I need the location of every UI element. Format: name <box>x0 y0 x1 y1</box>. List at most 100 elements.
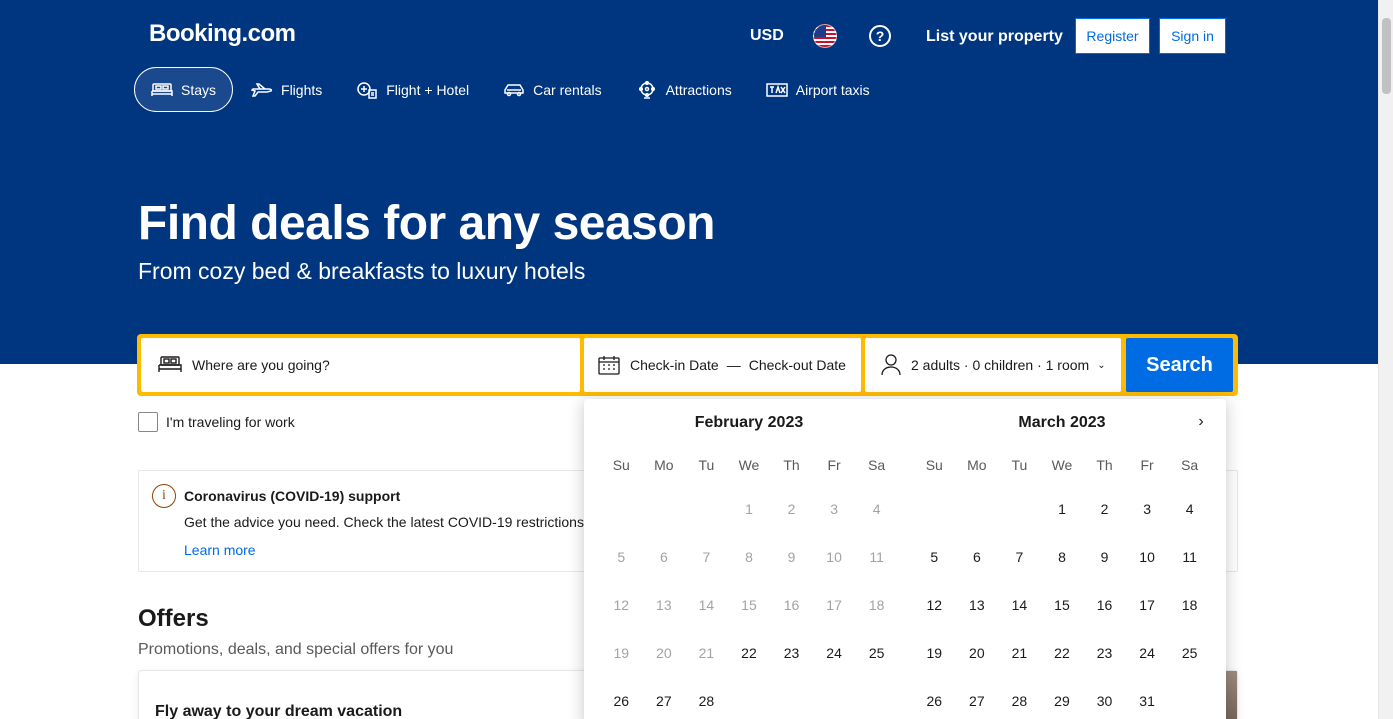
weekday-label: Fr <box>827 457 841 473</box>
calendar-day: 6 <box>659 549 668 565</box>
calendar-empty-cell <box>913 485 956 533</box>
calendar-day: 14 <box>698 597 715 613</box>
nav-item-car-rentals[interactable]: Car rentals <box>487 67 617 112</box>
help-icon[interactable]: ? <box>869 25 891 47</box>
calendar-day: 4 <box>872 501 881 517</box>
calendar-day: 16 <box>783 597 800 613</box>
calendar-day[interactable]: 25 <box>1168 629 1211 677</box>
calendar-day[interactable]: 26 <box>600 677 643 719</box>
calendar-empty-cell <box>956 485 999 533</box>
weekday-header: Su Mo Tu We Th Fr Sa <box>913 457 1211 475</box>
calendar-day[interactable]: 2 <box>1083 485 1126 533</box>
calendar-day[interactable]: 21 <box>998 629 1041 677</box>
car-icon <box>504 83 524 96</box>
us-flag-icon[interactable] <box>813 24 837 48</box>
nav-item-flights[interactable]: Flights <box>235 67 338 112</box>
calendar-day: 11 <box>869 549 884 565</box>
calendar-day[interactable]: 24 <box>1126 629 1169 677</box>
calendar-day[interactable]: 10 <box>1126 533 1169 581</box>
calendar-day[interactable]: 30 <box>1083 677 1126 719</box>
calendar-day[interactable]: 26 <box>913 677 956 719</box>
calendar-empty-cell <box>685 485 728 533</box>
nav-item-stays[interactable]: Stays <box>134 67 234 112</box>
work-travel-label: I'm traveling for work <box>166 414 295 430</box>
calendar-day: 15 <box>741 597 757 613</box>
weekday-label: Tu <box>1011 457 1028 473</box>
calendar-day[interactable]: 18 <box>1168 581 1211 629</box>
calendar-day[interactable]: 16 <box>1083 581 1126 629</box>
calendar-day[interactable]: 28 <box>998 677 1041 719</box>
calendar-day[interactable]: 17 <box>1126 581 1169 629</box>
nav-item-label: Attractions <box>665 81 732 98</box>
calendar-empty-cell <box>600 485 643 533</box>
calendar-day: 18 <box>868 597 885 613</box>
check-out-date[interactable]: Check-out Date <box>749 357 846 373</box>
calendar-day[interactable]: 6 <box>956 533 999 581</box>
calendar-day[interactable]: 23 <box>770 629 813 677</box>
destination-field[interactable]: Where are you going? <box>141 338 580 392</box>
nav-item-label: Stays <box>181 81 217 98</box>
chevron-down-icon: ⌄ <box>1097 359 1106 371</box>
scrollbar-thumb[interactable] <box>1382 18 1391 94</box>
calendar-day[interactable]: 3 <box>1126 485 1169 533</box>
calendar-day: 3 <box>830 501 838 517</box>
calendar-day[interactable]: 9 <box>1083 533 1126 581</box>
nav-item-attractions[interactable]: Attractions <box>620 67 748 112</box>
guests-field[interactable]: 2 adults · 0 children · 1 room ⌄ <box>865 338 1121 392</box>
calendar-day[interactable]: 24 <box>813 629 856 677</box>
calendar-day: 20 <box>656 645 672 661</box>
next-month-icon[interactable]: › <box>1191 412 1211 432</box>
weekday-label: Su <box>612 457 630 473</box>
calendar-day[interactable]: 1 <box>1041 485 1084 533</box>
calendar-day[interactable]: 7 <box>998 533 1041 581</box>
calendar-day[interactable]: 15 <box>1041 581 1084 629</box>
calendar-day[interactable]: 27 <box>956 677 999 719</box>
work-travel-option[interactable]: I'm traveling for work <box>138 412 295 432</box>
calendar-day[interactable]: 11 <box>1168 533 1211 581</box>
covid-title: Coronavirus (COVID-19) support <box>184 488 401 504</box>
weekday-label: We <box>738 457 760 473</box>
currency-selector[interactable]: USD <box>750 27 784 45</box>
weekday-label: Sa <box>1181 457 1199 473</box>
calendar-day: 5 <box>617 549 626 565</box>
search-button[interactable]: Search <box>1126 338 1233 392</box>
check-in-date[interactable]: Check-in Date <box>630 357 719 373</box>
calendar-day[interactable]: 23 <box>1083 629 1126 677</box>
calendar-day[interactable]: 27 <box>643 677 686 719</box>
nav-item-flight-hotel[interactable]: Flight + Hotel <box>340 67 485 112</box>
calendar-day[interactable]: 14 <box>998 581 1041 629</box>
search-bar: Where are you going? Check-in Date — Che… <box>137 334 1238 396</box>
calendar-empty-cell <box>643 485 686 533</box>
bed-icon <box>158 356 182 372</box>
calendar-day[interactable]: 19 <box>913 629 956 677</box>
calendar-day[interactable]: 29 <box>1041 677 1084 719</box>
booking-logo[interactable]: Booking.com <box>149 20 296 48</box>
sign-in-button[interactable]: Sign in <box>1159 18 1226 54</box>
learn-more-link[interactable]: Learn more <box>184 542 256 558</box>
weekday-header: Su Mo Tu We Th Fr Sa <box>600 457 898 475</box>
calendar-day[interactable]: 22 <box>728 629 771 677</box>
calendar-day[interactable]: 22 <box>1041 629 1084 677</box>
calendar-empty-cell <box>998 485 1041 533</box>
calendar-day[interactable]: 4 <box>1168 485 1211 533</box>
calendar-day: 7 <box>702 549 711 565</box>
calendar-day[interactable]: 31 <box>1126 677 1169 719</box>
calendar-day[interactable]: 13 <box>956 581 999 629</box>
calendar-day[interactable]: 12 <box>913 581 956 629</box>
register-button[interactable]: Register <box>1075 18 1150 54</box>
page-scrollbar[interactable] <box>1378 0 1393 719</box>
list-property-link[interactable]: List your property <box>926 28 1063 46</box>
calendar-day: 12 <box>613 597 630 613</box>
work-travel-checkbox[interactable] <box>138 412 158 432</box>
calendar-day[interactable]: 20 <box>956 629 999 677</box>
hero-title: Find deals for any season <box>138 197 716 250</box>
calendar-icon <box>598 356 620 375</box>
calendar-day[interactable]: 25 <box>855 629 898 677</box>
calendar-day[interactable]: 8 <box>1041 533 1084 581</box>
date-range-field[interactable]: Check-in Date — Check-out Date <box>584 338 861 392</box>
nav-item-airport-taxis[interactable]: Airport taxis <box>750 67 886 112</box>
weekday-label: Fr <box>1140 457 1154 473</box>
calendar-day[interactable]: 5 <box>913 533 956 581</box>
calendar-day: 19 <box>613 645 630 661</box>
calendar-day[interactable]: 28 <box>685 677 728 719</box>
